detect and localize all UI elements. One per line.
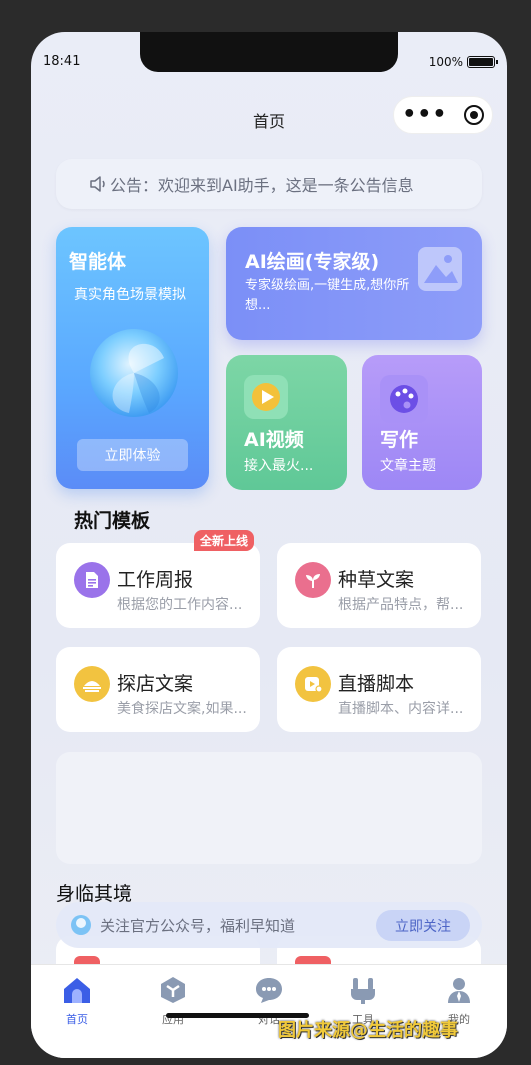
try-now-button[interactable]: 立即体验 [77, 439, 188, 471]
notch [140, 32, 398, 72]
writing-subtitle: 文章主题 [380, 458, 436, 474]
notice-bar[interactable]: 公告：欢迎来到AI助手，这是一条公告信息 [56, 159, 482, 209]
template-card-live-script[interactable]: 直播脚本 直播脚本、内容详... [277, 647, 481, 732]
close-target-icon[interactable] [463, 105, 484, 125]
wechat-bubble-icon [71, 915, 91, 935]
tab-apps[interactable]: 应用 [133, 973, 213, 1027]
template-title: 种草文案 [338, 569, 415, 591]
flower-illustration-icon [90, 329, 178, 417]
status-time: 18:41 [43, 54, 81, 69]
notice-text: 公告：欢迎来到AI助手，这是一条公告信息 [110, 176, 414, 195]
mini-program-capsule: ••• [393, 96, 493, 134]
drawing-subtitle: 专家级绘画,一键生成,想你所想... [245, 278, 410, 313]
status-battery: 100% [428, 55, 498, 69]
tab-home[interactable]: 首页 [37, 973, 117, 1027]
agent-subtitle: 真实角色场景模拟 [74, 287, 186, 303]
user-icon [442, 973, 476, 1007]
ai-video-card[interactable]: AI视频 接入最火... [226, 355, 347, 490]
writing-card[interactable]: 写作 文章主题 [362, 355, 482, 490]
sprout-icon [295, 562, 331, 598]
drawing-title: AI绘画(专家级) [245, 251, 380, 273]
template-desc: 根据您的工作内容... [117, 597, 243, 613]
template-desc: 根据产品特点，帮... [338, 597, 464, 613]
new-badge: 全新上线 [194, 530, 255, 551]
template-desc: 美食探店文案,如果... [117, 701, 247, 717]
follow-official-account-bar[interactable]: 关注官方公众号，福利早知道 立即关注 [56, 902, 482, 948]
palette-icon [380, 375, 428, 423]
document-icon [74, 562, 110, 598]
phone-screen: 18:41 100% 首页 ••• 公告：欢迎来到AI助手，这是一条公告信息 智… [31, 32, 507, 1058]
template-desc: 直播脚本、内容详... [338, 701, 464, 717]
template-card-seeding-copy[interactable]: 种草文案 根据产品特点，帮... [277, 543, 481, 628]
tools-icon [346, 973, 380, 1007]
template-card-weekly-report[interactable]: 工作周报 根据您的工作内容... [56, 543, 260, 628]
banner-placeholder[interactable] [56, 752, 482, 864]
more-icon[interactable]: ••• [402, 104, 447, 126]
tab-label: 首页 [66, 1013, 88, 1026]
template-card-store-visit[interactable]: 探店文案 美食探店文案,如果... [56, 647, 260, 732]
template-title: 探店文案 [117, 673, 194, 695]
bottom-tab-bar: 首页 应用 对话 工具 我的 [31, 964, 507, 1058]
agent-card[interactable]: 智能体 真实角色场景模拟 立即体验 [56, 227, 209, 489]
store-icon [74, 666, 110, 702]
speaker-icon [90, 176, 105, 192]
template-title: 直播脚本 [338, 673, 415, 695]
live-play-icon [295, 666, 331, 702]
chat-icon [252, 973, 286, 1007]
home-icon [60, 973, 94, 1007]
battery-icon [467, 56, 498, 68]
watermark-text: 图片来源@生活的趣事 [278, 1020, 458, 1041]
video-subtitle: 接入最火... [244, 458, 314, 474]
follow-now-button[interactable]: 立即关注 [376, 910, 470, 941]
battery-percent: 100% [428, 55, 463, 69]
template-title: 工作周报 [117, 569, 194, 591]
ai-drawing-card[interactable]: AI绘画(专家级) 专家级绘画,一键生成,想你所想... [226, 227, 482, 340]
agent-title: 智能体 [69, 251, 127, 273]
video-title: AI视频 [244, 429, 304, 451]
video-play-icon [244, 375, 288, 419]
follow-text: 关注官方公众号，福利早知道 [100, 916, 296, 935]
hot-templates-title: 热门模板 [74, 510, 151, 532]
picture-icon [418, 247, 462, 291]
cube-icon [156, 973, 190, 1007]
writing-title: 写作 [380, 429, 419, 451]
